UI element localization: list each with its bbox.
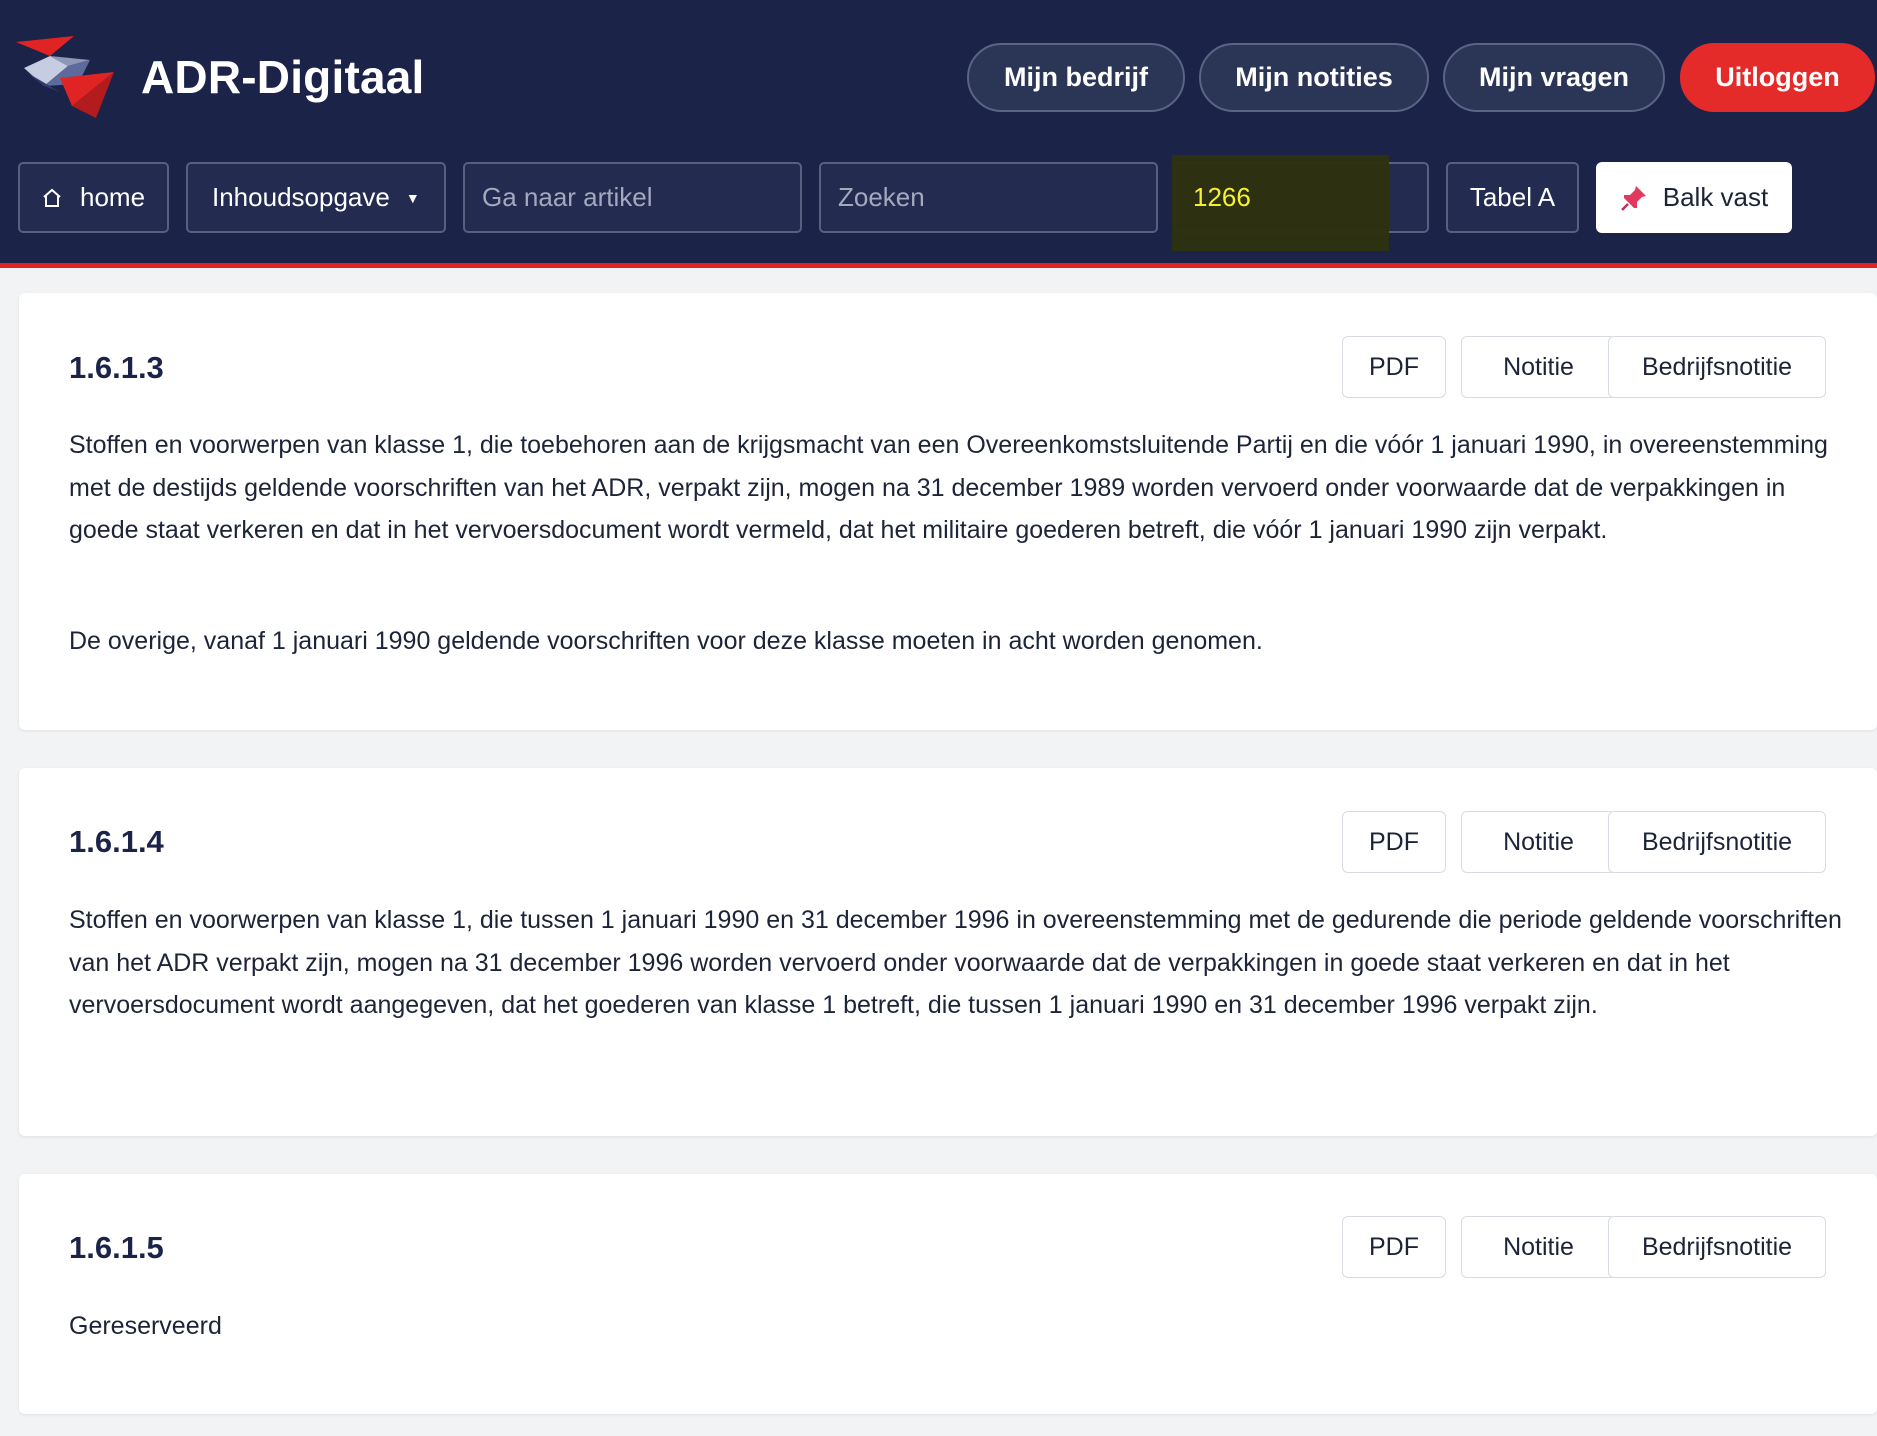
company-note-button[interactable]: Bedrijfsnotitie — [1608, 1216, 1826, 1278]
note-button[interactable]: Notitie — [1461, 1216, 1616, 1278]
company-note-button[interactable]: Bedrijfsnotitie — [1608, 811, 1826, 873]
article-card: 1.6.1.5 PDF Notitie Bedrijfsnotitie Gere… — [19, 1174, 1877, 1414]
logout-button[interactable]: Uitloggen — [1680, 43, 1875, 112]
article-number: 1.6.1.4 — [69, 824, 164, 859]
pin-label: Balk vast — [1662, 182, 1769, 212]
pdf-button[interactable]: PDF — [1342, 811, 1446, 873]
search-placeholder: Zoeken — [838, 182, 925, 212]
home-label: home — [80, 182, 146, 212]
pin-toolbar-button[interactable]: Balk vast — [1596, 162, 1792, 233]
search-input[interactable]: Zoeken — [819, 162, 1158, 233]
pdf-button[interactable]: PDF — [1342, 1216, 1446, 1278]
article-card: 1.6.1.3 PDF Notitie Bedrijfsnotitie Stof… — [19, 293, 1877, 730]
top-header: ADR-Digitaal Mijn bedrijf Mijn notities … — [0, 0, 1877, 268]
note-button[interactable]: Notitie — [1461, 811, 1616, 873]
my-company-button[interactable]: Mijn bedrijf — [967, 43, 1185, 112]
goto-article-input[interactable]: Ga naar artikel — [463, 162, 802, 233]
caret-down-icon: ▼ — [405, 189, 420, 206]
article-card: 1.6.1.4 PDF Notitie Bedrijfsnotitie Stof… — [19, 768, 1877, 1136]
article-paragraph: Stoffen en voorwerpen van klasse 1, die … — [69, 906, 1842, 1019]
adr-logo-icon[interactable] — [16, 36, 120, 118]
pushpin-icon — [1620, 185, 1646, 211]
goto-article-placeholder: Ga naar artikel — [482, 182, 653, 212]
article-paragraph: De overige, vanaf 1 januari 1990 geldend… — [69, 627, 1263, 655]
home-button[interactable]: home — [18, 162, 169, 233]
un-number-value: 1266 — [1193, 182, 1251, 212]
home-icon — [43, 188, 61, 207]
company-note-button[interactable]: Bedrijfsnotitie — [1608, 336, 1826, 398]
brand-title[interactable]: ADR-Digitaal — [141, 50, 425, 104]
my-notes-button[interactable]: Mijn notities — [1199, 43, 1429, 112]
note-button[interactable]: Notitie — [1461, 336, 1616, 398]
article-paragraph: Gereserveerd — [69, 1312, 222, 1340]
toc-dropdown[interactable]: Inhoudsopgave ▼ — [186, 162, 446, 233]
article-number: 1.6.1.5 — [69, 1230, 164, 1265]
my-questions-button[interactable]: Mijn vragen — [1443, 43, 1665, 112]
pdf-button[interactable]: PDF — [1342, 336, 1446, 398]
article-number: 1.6.1.3 — [69, 350, 164, 385]
table-a-button[interactable]: Tabel A — [1446, 162, 1579, 233]
toc-label: Inhoudsopgave — [212, 182, 390, 212]
article-paragraph: Stoffen en voorwerpen van klasse 1, die … — [69, 431, 1828, 544]
un-number-input[interactable]: 1266 — [1172, 155, 1429, 251]
